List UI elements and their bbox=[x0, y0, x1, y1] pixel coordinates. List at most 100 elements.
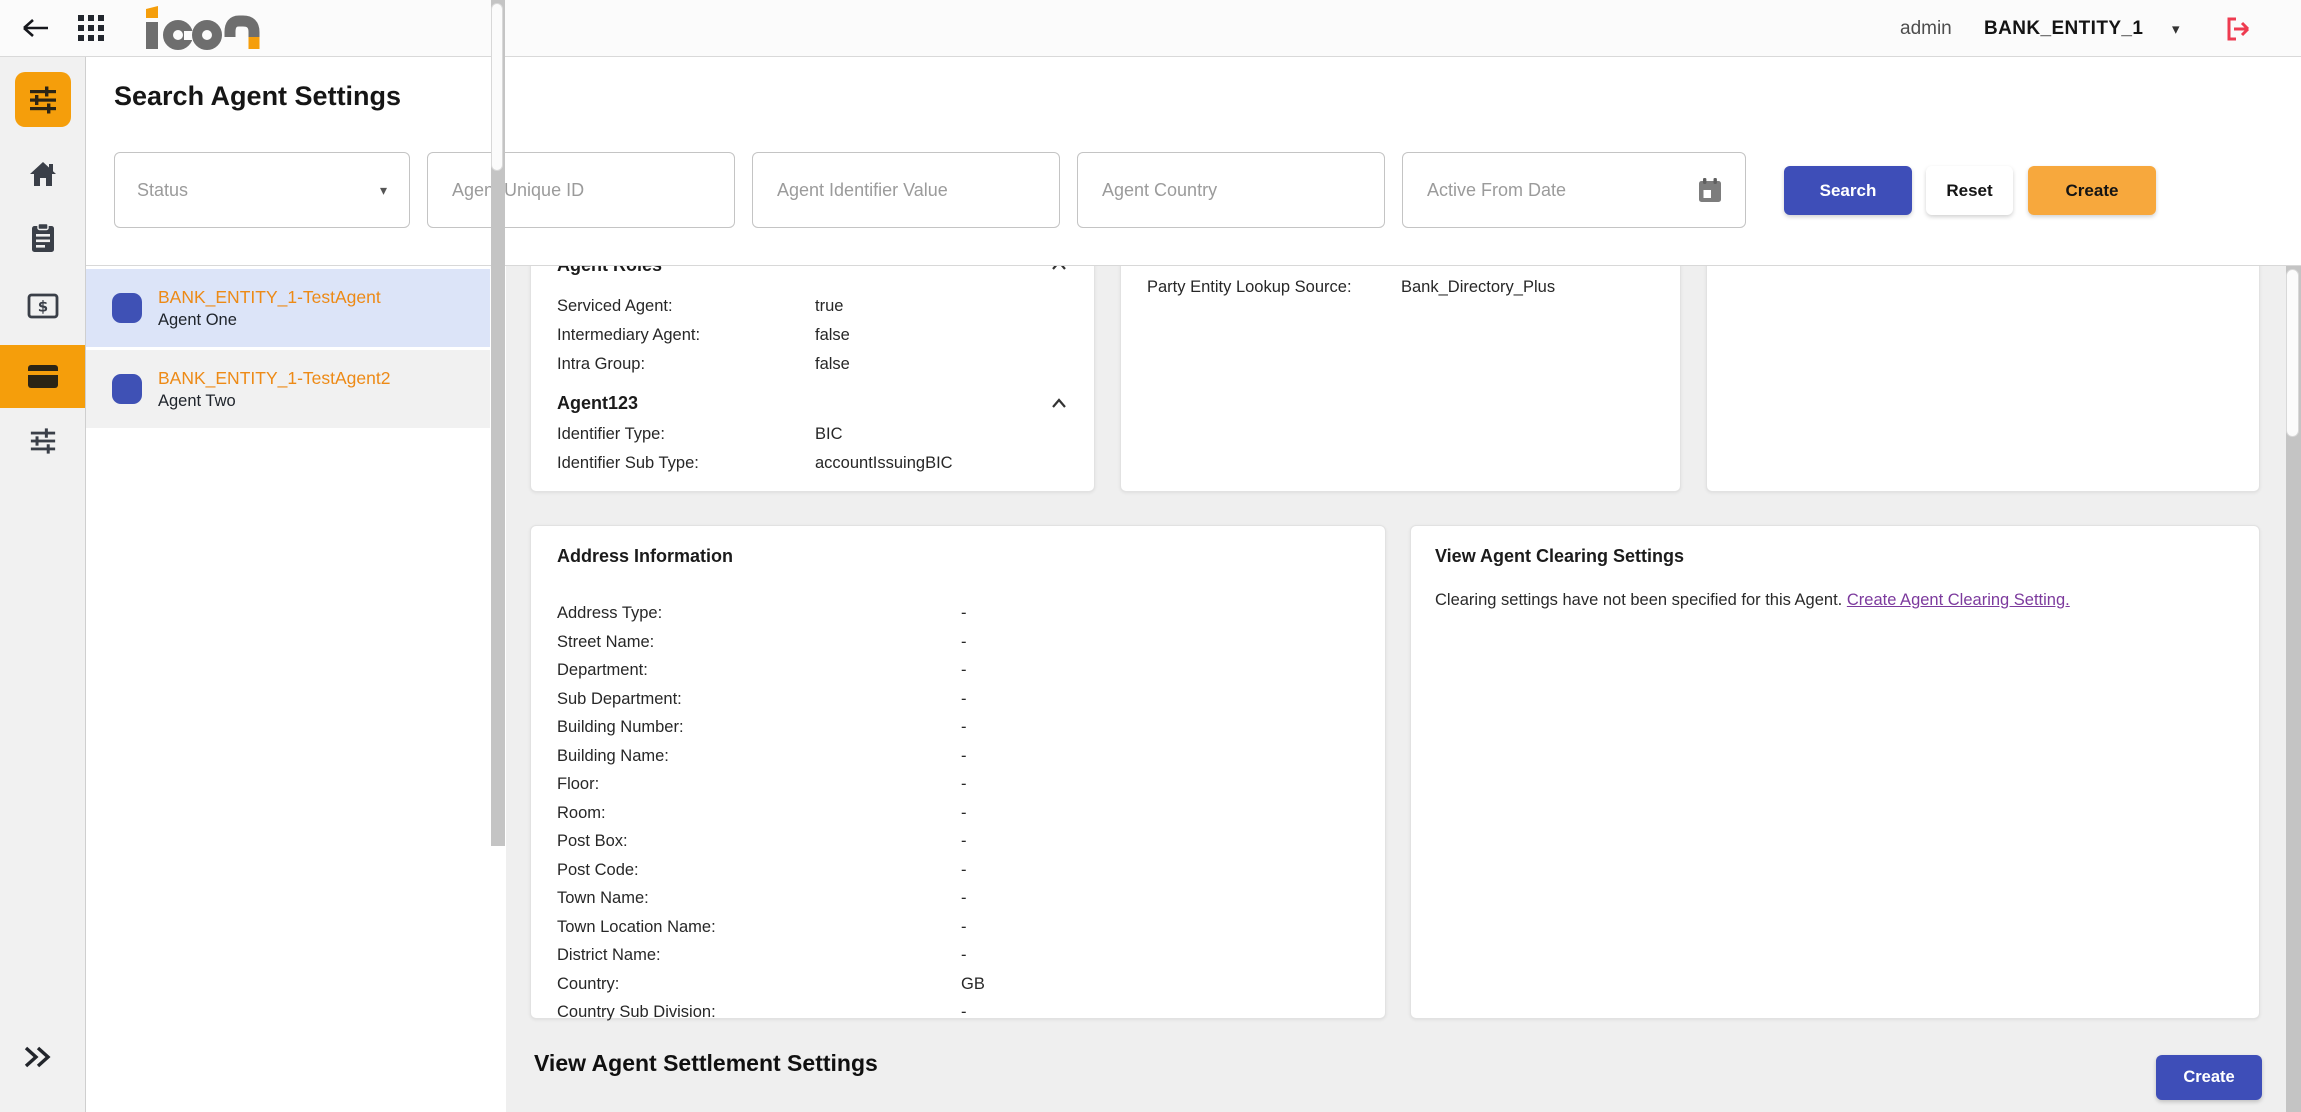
row-label: Party Entity Lookup Source: bbox=[1147, 273, 1401, 302]
app-root: admin BANK_ENTITY_1 ▾ bbox=[0, 0, 2301, 1112]
address-row: Post Code:- bbox=[557, 856, 1359, 885]
sidebar-item-agent-settings[interactable] bbox=[15, 72, 71, 127]
agent-list-item-selected[interactable]: BANK_ENTITY_1-TestAgent Agent One bbox=[86, 269, 490, 347]
clearing-settings-card: View Agent Clearing Settings Clearing se… bbox=[1410, 525, 2260, 1019]
active-from-date-field bbox=[1402, 152, 1746, 228]
agent-subtitle: Agent Two bbox=[158, 390, 390, 413]
sidebar-item-home[interactable] bbox=[0, 157, 86, 191]
clipboard-icon bbox=[29, 222, 57, 254]
row-label: Intra Group: bbox=[557, 350, 815, 379]
detail-row: Identifier Sub Type: accountIssuingBIC bbox=[557, 449, 1068, 478]
sidebar-item-payments[interactable]: $ bbox=[0, 289, 86, 323]
agent-identifier-value-input[interactable] bbox=[775, 179, 1037, 202]
address-row: Street Name:- bbox=[557, 628, 1359, 657]
agent-country-input[interactable] bbox=[1100, 179, 1362, 202]
row-value: - bbox=[961, 799, 967, 828]
create-settlement-setting-button[interactable]: Create bbox=[2156, 1055, 2262, 1100]
empty-detail-card bbox=[1706, 266, 2260, 492]
address-row: Country:GB bbox=[557, 970, 1359, 999]
collapse-chevron-icon[interactable] bbox=[1050, 395, 1068, 413]
reset-button[interactable]: Reset bbox=[1926, 166, 2013, 215]
row-label: Identifier Type: bbox=[557, 420, 815, 449]
logout-icon bbox=[2222, 13, 2254, 45]
agent-avatar bbox=[112, 374, 142, 404]
row-label: Building Name: bbox=[557, 742, 961, 771]
row-value: - bbox=[961, 856, 967, 885]
detail-row: Serviced Agent: true bbox=[557, 292, 1068, 321]
row-value: BIC bbox=[815, 420, 843, 449]
sidebar-item-accounts-active[interactable] bbox=[0, 345, 85, 408]
sidebar-item-tasks[interactable] bbox=[0, 220, 86, 256]
address-row: Town Location Name:- bbox=[557, 913, 1359, 942]
agent-detail-content: Agent Roles Serviced Agent: true Interme… bbox=[506, 266, 2286, 1112]
row-label: Address Type: bbox=[557, 599, 961, 628]
payments-icon: $ bbox=[27, 293, 59, 319]
agent-unique-id-field bbox=[427, 152, 735, 228]
agent-list-item[interactable]: BANK_ENTITY_1-TestAgent2 Agent Two bbox=[86, 350, 490, 428]
address-row: District Name:- bbox=[557, 941, 1359, 970]
sliders-icon bbox=[29, 427, 57, 455]
calendar-icon[interactable] bbox=[1697, 177, 1723, 204]
row-label: Identifier Sub Type: bbox=[557, 449, 815, 478]
entity-dropdown-caret-icon[interactable]: ▾ bbox=[2172, 0, 2180, 57]
row-value: - bbox=[961, 770, 967, 799]
top-header-bar: admin BANK_ENTITY_1 ▾ bbox=[0, 0, 2301, 57]
row-label: Floor: bbox=[557, 770, 961, 799]
agent-subtitle: Agent One bbox=[158, 309, 381, 332]
address-card-title: Address Information bbox=[557, 546, 733, 567]
create-clearing-setting-link[interactable]: Create Agent Clearing Setting. bbox=[1847, 591, 2070, 609]
active-from-date-input[interactable] bbox=[1425, 179, 1687, 202]
party-lookup-card: Party Entity Lookup Source: Bank_Directo… bbox=[1120, 266, 1681, 492]
back-button[interactable] bbox=[16, 6, 56, 50]
expand-sidebar-button[interactable] bbox=[18, 1042, 62, 1076]
detail-row: Intermediary Agent: false bbox=[557, 321, 1068, 350]
back-arrow-icon bbox=[21, 16, 51, 40]
address-row: Post Box:- bbox=[557, 827, 1359, 856]
row-label: Sub Department: bbox=[557, 685, 961, 714]
row-value: - bbox=[961, 913, 967, 942]
row-value: accountIssuingBIC bbox=[815, 449, 953, 478]
search-button[interactable]: Search bbox=[1784, 166, 1912, 215]
row-label: Room: bbox=[557, 799, 961, 828]
user-role-label: admin bbox=[1900, 0, 1952, 57]
page-scrollbar[interactable] bbox=[2286, 266, 2301, 1112]
row-value: - bbox=[961, 685, 967, 714]
address-row: Building Name:- bbox=[557, 742, 1359, 771]
agent-list-scrollbar[interactable] bbox=[491, 0, 505, 846]
status-select[interactable]: Status ▾ bbox=[114, 152, 410, 228]
page-title: Search Agent Settings bbox=[114, 81, 401, 112]
row-value: - bbox=[961, 941, 967, 970]
address-row: Floor:- bbox=[557, 770, 1359, 799]
logout-button[interactable] bbox=[2222, 13, 2254, 45]
row-value: - bbox=[961, 742, 967, 771]
create-button[interactable]: Create bbox=[2028, 166, 2156, 215]
row-value: false bbox=[815, 350, 850, 379]
row-value: Bank_Directory_Plus bbox=[1401, 273, 1555, 302]
agent-roles-card: Agent Roles Serviced Agent: true Interme… bbox=[530, 266, 1095, 492]
agent-unique-id-input[interactable] bbox=[450, 179, 712, 202]
agent-title: BANK_ENTITY_1-TestAgent bbox=[158, 285, 381, 309]
search-section: Search Agent Settings Status ▾ Search Re… bbox=[86, 57, 2301, 266]
row-label: Town Location Name: bbox=[557, 913, 961, 942]
agent-list-scrollbar-thumb[interactable] bbox=[491, 3, 503, 171]
row-value: - bbox=[961, 656, 967, 685]
collapse-chevron-icon[interactable] bbox=[1050, 266, 1068, 275]
tune-icon bbox=[28, 85, 58, 115]
row-label: Country Sub Division: bbox=[557, 998, 961, 1027]
row-label: Department: bbox=[557, 656, 961, 685]
agent-identifier-value-field bbox=[752, 152, 1060, 228]
entity-name-label[interactable]: BANK_ENTITY_1 bbox=[1984, 0, 2143, 57]
row-label: Serviced Agent: bbox=[557, 292, 815, 321]
row-label: Street Name: bbox=[557, 628, 961, 657]
sidebar-rail: $ bbox=[0, 57, 86, 1112]
detail-row: Identifier Type: BIC bbox=[557, 420, 1068, 449]
agent-roles-title: Agent Roles bbox=[557, 266, 662, 276]
apps-grid-icon[interactable] bbox=[78, 15, 106, 43]
row-value: - bbox=[961, 998, 967, 1027]
double-chevron-right-icon bbox=[18, 1042, 58, 1072]
status-caret-icon: ▾ bbox=[380, 182, 387, 199]
sidebar-item-settings[interactable] bbox=[0, 425, 86, 457]
page-scrollbar-thumb[interactable] bbox=[2286, 269, 2299, 437]
address-row: Room:- bbox=[557, 799, 1359, 828]
row-value: - bbox=[961, 884, 967, 913]
